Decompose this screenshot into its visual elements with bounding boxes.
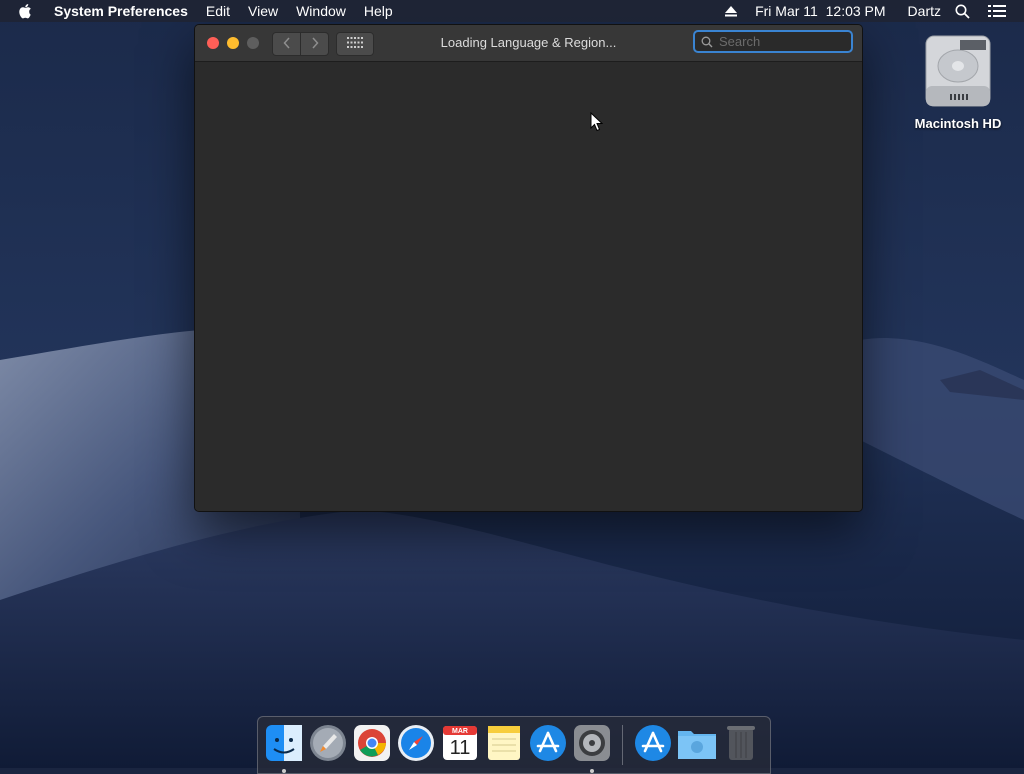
- app-store-icon: [529, 724, 567, 767]
- menu-bar: System Preferences Edit View Window Help…: [0, 0, 1024, 22]
- desktop-icon-label: Macintosh HD: [914, 116, 1002, 131]
- dock-item-calendar[interactable]: MAR 11: [440, 725, 480, 765]
- folder-icon: [677, 726, 717, 765]
- dock-item-app-store-downloads[interactable]: [633, 724, 673, 767]
- search-icon[interactable]: [955, 4, 970, 19]
- system-preferences-window: Loading Language & Region...: [194, 24, 863, 512]
- dock-item-chrome[interactable]: [352, 724, 392, 767]
- dock-item-downloads-folder[interactable]: [677, 725, 717, 765]
- dock-item-safari[interactable]: [396, 724, 436, 767]
- calendar-day: 11: [449, 737, 471, 759]
- trash-icon: [726, 724, 756, 767]
- dock-item-trash[interactable]: [721, 725, 761, 765]
- search-field[interactable]: [693, 30, 853, 53]
- dock-separator: [622, 725, 623, 765]
- menu-view[interactable]: View: [248, 0, 278, 22]
- dock: MAR 11: [257, 716, 771, 774]
- dock-item-launchpad[interactable]: [308, 724, 348, 767]
- notification-list-icon[interactable]: [988, 4, 1006, 18]
- dock-item-system-preferences[interactable]: [572, 724, 612, 773]
- dock-item-finder[interactable]: [264, 724, 304, 773]
- apple-logo-icon[interactable]: [18, 2, 36, 20]
- search-field-icon: [701, 36, 713, 48]
- menu-edit[interactable]: Edit: [206, 0, 230, 22]
- menubar-user[interactable]: Dartz: [908, 0, 941, 22]
- window-content: [195, 62, 862, 511]
- eject-icon[interactable]: [725, 5, 738, 17]
- rocket-icon: [309, 724, 347, 767]
- app-store-icon: [634, 724, 672, 767]
- mouse-pointer-icon: [590, 111, 604, 137]
- menubar-clock[interactable]: Fri Mar 11 12:03 PM: [755, 0, 885, 22]
- menu-window[interactable]: Window: [296, 0, 346, 22]
- dock-item-app-store[interactable]: [528, 724, 568, 767]
- running-indicator: [590, 769, 594, 773]
- hard-drive-icon: [906, 30, 1010, 110]
- dock-item-notes[interactable]: [484, 725, 524, 765]
- finder-icon: [265, 724, 303, 767]
- desktop-icon-macintosh-hd[interactable]: Macintosh HD: [906, 30, 1010, 131]
- compass-icon: [397, 724, 435, 767]
- gear-icon: [573, 724, 611, 767]
- search-input[interactable]: [717, 33, 841, 50]
- running-indicator: [282, 769, 286, 773]
- menu-app-name[interactable]: System Preferences: [54, 0, 188, 22]
- window-titlebar[interactable]: Loading Language & Region...: [195, 25, 862, 62]
- notes-icon: [485, 724, 523, 767]
- chrome-icon: [353, 724, 391, 767]
- menu-help[interactable]: Help: [364, 0, 393, 22]
- calendar-month: MAR: [452, 728, 468, 735]
